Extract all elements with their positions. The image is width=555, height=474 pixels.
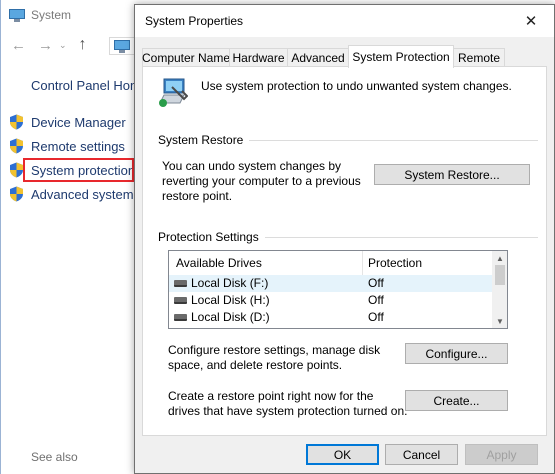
- create-button[interactable]: Create...: [405, 390, 508, 411]
- see-also-heading: See also: [31, 450, 78, 464]
- scroll-down-arrow-icon[interactable]: ▼: [492, 314, 507, 328]
- control-panel-home-link[interactable]: Control Panel Home: [31, 78, 148, 93]
- highlight-box: [23, 158, 134, 182]
- tab-system-protection[interactable]: System Protection: [348, 45, 454, 68]
- up-arrow-icon[interactable]: ↑: [79, 36, 87, 54]
- intro-text: Use system protection to undo unwanted s…: [201, 79, 512, 93]
- drive-protection-status: Off: [368, 310, 384, 324]
- scroll-up-arrow-icon[interactable]: ▲: [492, 251, 507, 265]
- available-drives-list[interactable]: Available Drives Protection Local Disk (…: [168, 250, 508, 329]
- scroll-thumb[interactable]: [495, 265, 505, 285]
- drive-name: Local Disk (H:): [191, 293, 270, 307]
- nav-buttons: ← → ⌄ ↑: [11, 36, 87, 54]
- hard-disk-icon: [174, 296, 187, 304]
- drive-protection-status: Off: [368, 293, 384, 307]
- forward-arrow-icon[interactable]: →: [38, 37, 53, 54]
- tab-advanced[interactable]: Advanced: [287, 48, 349, 67]
- system-properties-dialog: System Properties ✕ Computer Name Hardwa…: [134, 4, 555, 474]
- remote-settings-label: Remote settings: [31, 138, 125, 154]
- monitor-icon: [9, 8, 25, 22]
- address-monitor-icon: [114, 40, 130, 53]
- column-header-protection[interactable]: Protection: [368, 251, 488, 275]
- ok-button[interactable]: OK: [306, 444, 379, 465]
- advanced-system-settings-link[interactable]: Advanced system se: [9, 184, 151, 204]
- hard-disk-icon: [174, 279, 187, 287]
- close-icon[interactable]: ✕: [508, 5, 554, 37]
- device-manager-link[interactable]: Device Manager: [9, 112, 126, 132]
- drive-name: Local Disk (D:): [191, 310, 270, 324]
- drive-row[interactable]: Local Disk (F:) Off: [169, 275, 492, 292]
- drive-protection-status: Off: [368, 276, 384, 290]
- drives-scrollbar[interactable]: ▲ ▼: [492, 251, 507, 328]
- tab-computer-name[interactable]: Computer Name: [142, 48, 230, 67]
- system-protection-icon: [159, 78, 188, 107]
- dialog-titlebar[interactable]: System Properties ✕: [135, 5, 554, 37]
- back-arrow-icon[interactable]: ←: [11, 37, 26, 54]
- system-window-title: System: [31, 8, 72, 22]
- system-protection-panel: Use system protection to undo unwanted s…: [142, 66, 547, 436]
- system-window-titlebar: System: [9, 5, 71, 25]
- system-restore-button[interactable]: System Restore...: [374, 164, 530, 185]
- device-manager-label: Device Manager: [31, 114, 126, 130]
- uac-shield-icon: [10, 114, 23, 130]
- create-description: Create a restore point right now for the…: [168, 389, 408, 418]
- drive-row[interactable]: Local Disk (D:) Off: [169, 309, 492, 326]
- column-header-available-drives[interactable]: Available Drives: [176, 251, 361, 275]
- hard-disk-icon: [174, 313, 187, 321]
- remote-settings-link[interactable]: Remote settings: [9, 136, 125, 156]
- uac-shield-icon: [10, 186, 23, 202]
- recent-locations-chevron-icon[interactable]: ⌄: [59, 40, 67, 51]
- apply-button[interactable]: Apply: [465, 444, 538, 465]
- tab-remote[interactable]: Remote: [453, 48, 505, 67]
- tab-hardware[interactable]: Hardware: [229, 48, 288, 67]
- dialog-title: System Properties: [145, 14, 244, 28]
- system-restore-group-label: System Restore: [158, 133, 250, 147]
- drive-name: Local Disk (F:): [191, 276, 269, 290]
- uac-shield-icon: [10, 138, 23, 154]
- system-restore-description: You can undo system changes by reverting…: [162, 159, 361, 203]
- configure-button[interactable]: Configure...: [405, 343, 508, 364]
- protection-settings-group-label: Protection Settings: [158, 230, 265, 244]
- configure-description: Configure restore settings, manage disk …: [168, 343, 381, 372]
- column-separator[interactable]: [362, 251, 363, 275]
- drive-row[interactable]: Local Disk (H:) Off: [169, 292, 492, 309]
- advanced-system-settings-label: Advanced system se: [31, 186, 151, 202]
- cancel-button[interactable]: Cancel: [385, 444, 458, 465]
- uac-shield-icon: [10, 162, 23, 178]
